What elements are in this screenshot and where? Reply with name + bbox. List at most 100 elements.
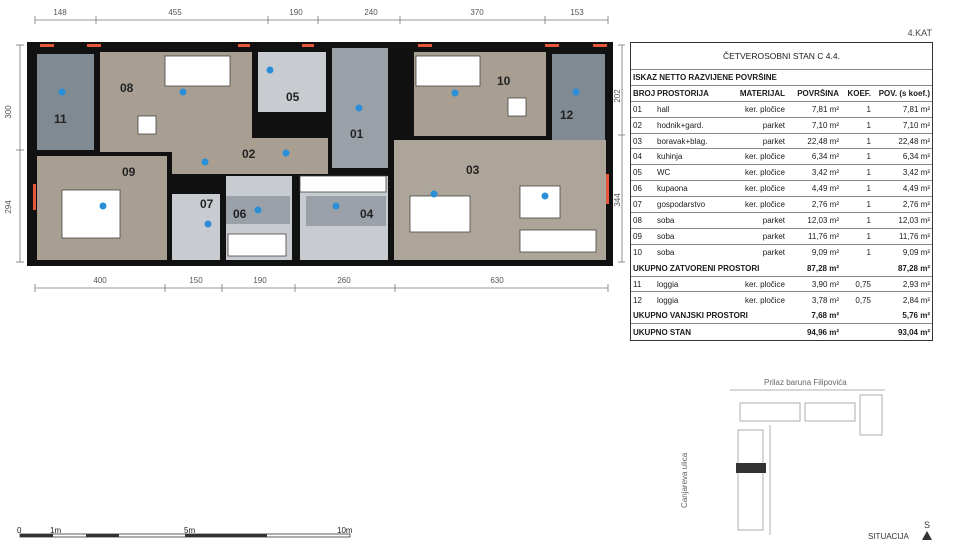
table-cell-k: 1 [866,184,871,194]
table-cell-mat: ker. pločice [744,152,785,162]
total-area: 94,96 m² [806,327,839,337]
header-cell: BROJ [633,88,655,98]
top-dim-1: 148 [53,8,67,17]
table-row: 11 loggia ker. pločice 3,90 m² 0,75 2,93 m² [631,277,932,293]
table-cell-mat: ker. pločice [744,168,785,178]
room-label-10: 10 [497,74,511,88]
room-label-02: 02 [242,147,256,161]
table-cell-areak: 2,84 m² [902,295,930,305]
left-dim-2: 294 [4,200,13,214]
table-cell-areak: 4,49 m² [902,184,930,194]
table-cell-k: 1 [866,215,871,225]
right-dim-2: 344 [613,193,622,207]
right-dim-1: 202 [613,89,622,103]
table-row: 02 hodnik+gard. parket 7,10 m² 1 7,10 m² [631,118,932,134]
bottom-dimension-line [34,284,609,292]
room-label-11: 11 [54,112,67,126]
north-arrow-icon [922,531,932,540]
table-cell-name: kupaona [657,184,688,194]
table-cell-name: gospodarstvo [657,200,706,210]
room-label-05: 05 [286,90,300,104]
left-dimension-line [16,44,24,263]
room-label-06: 06 [233,207,247,221]
floor-label: 4.KAT [907,28,932,38]
table-cell-areak: 11,76 m² [899,231,930,241]
bottom-dim-5: 630 [490,276,504,285]
table-cell-n: 07 [633,200,642,210]
table-cell-k: 1 [866,104,871,114]
top-dimension-line [34,16,609,24]
apartment-location [736,463,766,473]
table-cell-k: 0,75 [855,279,871,289]
table-row: 07 gospodarstvo ker. pločice 2,76 m² 1 2,76 m… [631,197,932,214]
table-cell-k: 1 [866,248,871,258]
table-header-row: BROJ PROSTORIJA MATERIJAL POVRŠINA KOEF.… [631,86,932,102]
bottom-dim-4: 260 [337,276,351,285]
table-cell-mat: ker. pločice [744,200,785,210]
table-cell-name: WC [657,168,671,178]
bottom-dim-1: 400 [93,276,107,285]
room-label-09: 09 [122,165,136,179]
room-label-04: 04 [360,207,374,221]
table-cell-area: 9,09 m² [811,248,839,258]
area-table: ČETVEROSOBNI STAN C 4.4. ISKAZ NETTO RAZ… [630,42,933,342]
table-cell-n: 05 [633,168,642,178]
table-cell-n: 01 [633,104,642,114]
room-label-08: 08 [120,81,134,95]
table-cell-areak: 3,42 m² [902,168,930,178]
table-cell-area: 3,90 m² [811,279,839,289]
header-cell: PROSTORIJA [657,88,709,98]
table-row: 12 loggia ker. pločice 3,78 m² 0,75 2,84 m² [631,292,932,308]
table-cell-mat: parket [762,120,785,130]
scale-label-1m: 1m [50,526,62,535]
total-area-coef: 5,76 m² [902,311,930,321]
table-row: 04 kuhinja ker. pločice 6,34 m² 1 6,34 m² [631,149,932,166]
table-cell-mat: ker. pločice [744,104,785,114]
table-row: 01 hall ker. pločice 7,81 m² 1 7,81 m² [631,102,932,118]
total-area-coef: 93,04 m² [897,327,930,337]
table-cell-name: hall [657,104,670,114]
table-cell-areak: 22,48 m² [898,136,930,146]
table-cell-area: 12,03 m² [807,215,839,225]
table-row: 08 soba parket 12,03 m² 1 12,03 m² [631,213,932,229]
table-cell-mat: parket [762,248,785,258]
table-cell-k: 1 [866,168,871,178]
header-cell: POVRŠINA [797,88,839,98]
table-cell-area: 3,78 m² [811,295,839,305]
right-dimension-line [618,44,625,263]
table-cell-name: soba [657,248,675,258]
table-cell-areak: 12,03 m² [898,215,930,225]
table-cell-k: 1 [866,231,871,241]
table-cell-n: 02 [633,120,642,130]
scale-label-5m: 5m [184,526,196,535]
table-row: 05 WC ker. pločice 3,42 m² 1 3,42 m² [631,165,932,182]
table-cell-n: 12 [633,295,642,305]
room-label-07: 07 [200,197,214,211]
header-cell: POV. (s koef.) [878,88,930,98]
bottom-dim-2: 150 [189,276,203,285]
table-cell-n: 03 [633,136,642,146]
table-cell-areak: 2,93 m² [902,279,930,289]
table-cell-areak: 7,10 m² [902,120,930,130]
top-dim-2: 455 [168,8,182,17]
total-area: 7,68 m² [811,311,839,321]
top-dim-6: 153 [570,8,584,17]
table-cell-n: 09 [633,231,642,241]
total-area-coef: 87,28 m² [897,263,930,273]
scale-label-10m: 10m [337,526,353,535]
table-cell-areak: 7,81 m² [902,104,930,114]
table-cell-area: 22,48 m² [807,136,839,146]
table-cell-name: soba [657,231,675,241]
table-cell-mat: ker. pločice [744,279,785,289]
table-subtitle-row: ISKAZ NETTO RAZVIJENE POVRŠINE [631,70,932,86]
table-cell-name: kuhinja [657,152,683,162]
top-dim-3: 190 [289,8,303,17]
scale-label-0: 0 [17,526,22,535]
table-cell-mat: parket [762,231,785,241]
table-cell-area: 3,42 m² [811,168,839,178]
room-label-12: 12 [560,108,574,122]
table-cell-area: 4,49 m² [811,184,839,194]
table-title-row: ČETVEROSOBNI STAN C 4.4. [631,43,932,70]
table-cell-area: 11,76 m² [808,231,839,241]
situation-street-side: Canjareva ulica [680,452,689,508]
